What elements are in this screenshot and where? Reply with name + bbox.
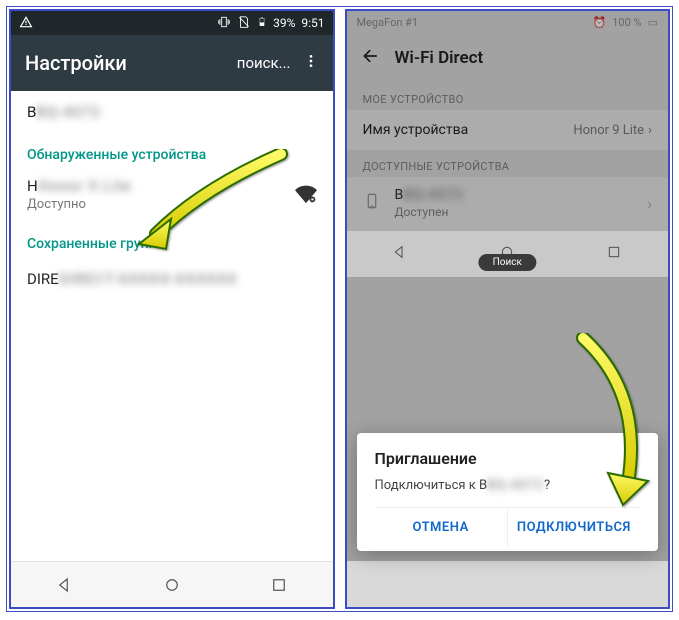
dialog-message: Подключиться к BBQ-4072? (375, 478, 641, 493)
device-name: HHonor 9 Lite (27, 177, 131, 195)
invitation-dialog: Приглашение Подключиться к BBQ-4072? ОТМ… (357, 433, 659, 551)
warning-icon (19, 15, 33, 32)
phone-left: 39% 9:51 Настройки поиск... BBQ-4072 Обн… (9, 9, 335, 609)
nav-recent-icon[interactable] (606, 244, 622, 264)
my-device-name: BBQ-4072 (11, 91, 333, 133)
nav-back-icon[interactable] (56, 576, 74, 594)
nav-back-icon[interactable] (392, 244, 408, 264)
vibrate-icon (217, 15, 231, 32)
battery-icon (257, 15, 267, 32)
no-sim-icon (237, 15, 251, 32)
dialog-title: Приглашение (375, 449, 641, 468)
overflow-menu-icon[interactable] (303, 53, 319, 73)
nav-bar: Поиск (347, 231, 669, 277)
nav-bar (11, 561, 333, 607)
nav-recent-icon[interactable] (270, 576, 288, 594)
device-status: Доступно (27, 197, 131, 212)
section-saved-groups: Сохраненные группы (11, 222, 333, 258)
battery-percent: 39% (273, 16, 295, 30)
saved-group-row[interactable]: DIREDIRECT-XXXXX-XXXXXX (11, 258, 333, 300)
cancel-button[interactable]: ОТМЕНА (375, 508, 508, 547)
discovered-device-row[interactable]: HHonor 9 Lite Доступно (11, 169, 333, 222)
status-time: 9:51 (301, 16, 324, 30)
nav-home-icon[interactable] (163, 576, 181, 594)
connect-button[interactable]: ПОДКЛЮЧИТЬСЯ (508, 508, 640, 547)
status-bar: 39% 9:51 (11, 11, 333, 35)
page-title: Настройки (25, 51, 127, 75)
search-button[interactable]: поиск... (237, 54, 291, 72)
content: BBQ-4072 Обнаруженные устройства HHonor … (11, 91, 333, 561)
search-pill[interactable]: Поиск (479, 254, 536, 271)
header-bar: Настройки поиск... (11, 35, 333, 91)
wifi-secured-icon (295, 182, 317, 208)
section-discovered-devices: Обнаруженные устройства (11, 133, 333, 169)
phone-right: MegaFon #1 ⏰ 100 % ▭ Wi-Fi Direct МОЕ УС… (345, 9, 671, 609)
